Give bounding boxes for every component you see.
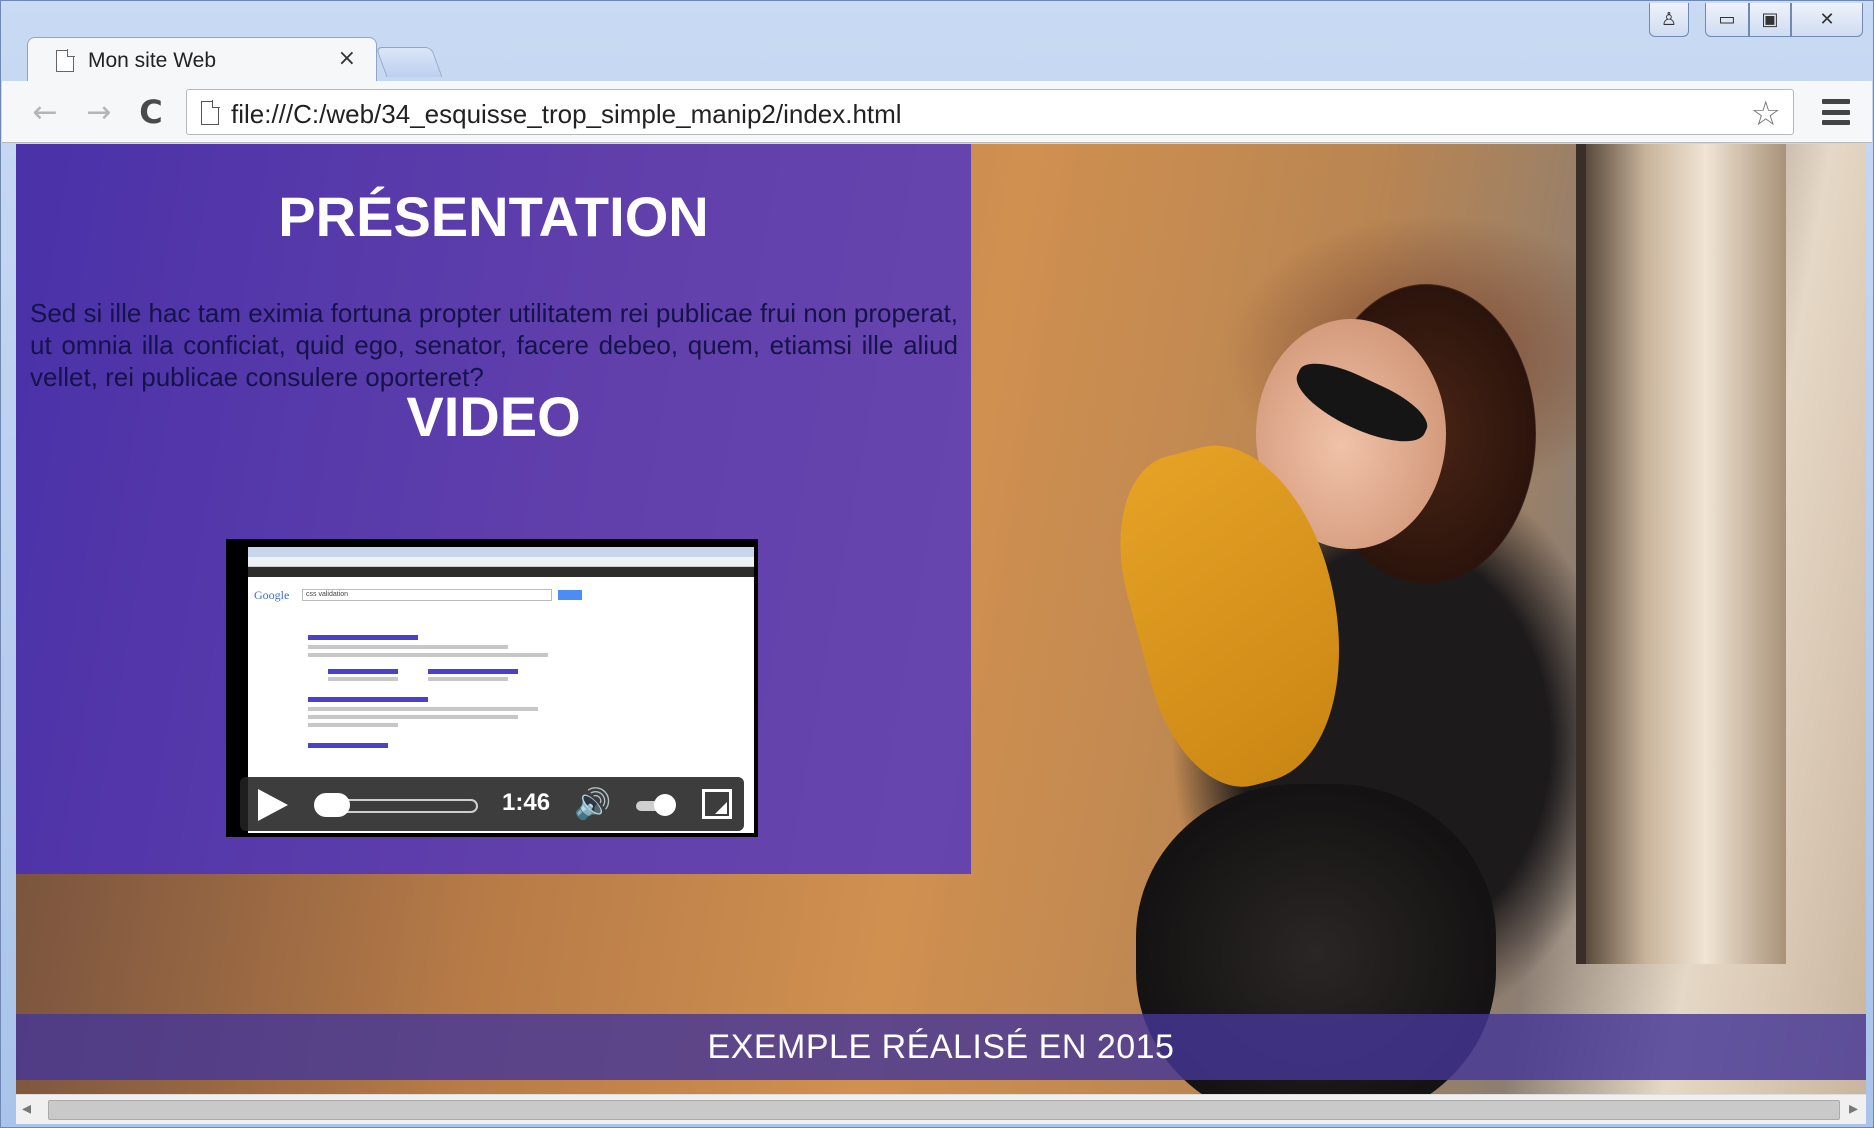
play-icon[interactable] xyxy=(258,789,288,821)
fullscreen-icon[interactable] xyxy=(702,789,732,819)
footer-text: EXEMPLE RÉALISÉ EN 2015 xyxy=(707,1027,1175,1066)
maximize-button[interactable]: ▣ xyxy=(1749,3,1791,37)
address-bar[interactable]: file:///C:/web/34_esquisse_trop_simple_m… xyxy=(186,89,1794,135)
page-icon xyxy=(56,49,74,72)
forward-button[interactable]: → xyxy=(80,93,118,131)
title-bar: ♙ ▭ ▣ ✕ Mon site Web × xyxy=(1,1,1873,83)
tab-title: Mon site Web xyxy=(88,48,216,72)
video-player[interactable]: Google css validation 1:46 🔊 xyxy=(226,539,758,837)
back-button[interactable]: ← xyxy=(26,93,64,131)
presentation-heading: PRÉSENTATION xyxy=(278,185,709,248)
minimize-button[interactable]: ▭ xyxy=(1705,3,1749,37)
horizontal-scrollbar[interactable]: ◂ ▸ xyxy=(16,1094,1866,1124)
reload-button[interactable]: C xyxy=(132,93,170,131)
content-panel: PRÉSENTATION Sed si ille hac tam eximia … xyxy=(16,144,971,874)
tab-close-icon[interactable]: × xyxy=(338,46,356,71)
new-tab-button[interactable] xyxy=(375,47,443,77)
page-icon xyxy=(201,100,220,125)
volume-handle[interactable] xyxy=(654,794,676,816)
close-window-button[interactable]: ✕ xyxy=(1791,3,1863,37)
user-icon: ♙ xyxy=(1660,9,1678,30)
volume-icon[interactable]: 🔊 xyxy=(574,787,611,822)
scrollbar-thumb[interactable] xyxy=(48,1100,1840,1120)
bookmark-star-icon[interactable]: ☆ xyxy=(1751,94,1781,134)
seek-handle[interactable] xyxy=(314,793,350,817)
scroll-left-icon[interactable]: ◂ xyxy=(22,1098,31,1119)
video-heading: VIDEO xyxy=(406,385,581,448)
background-photo-rail xyxy=(1576,144,1786,964)
video-duration: 1:46 xyxy=(502,789,551,816)
video-controls: 1:46 🔊 xyxy=(240,777,744,831)
back-arrow-icon: ← xyxy=(32,94,58,130)
hamburger-menu-icon[interactable] xyxy=(1822,99,1850,125)
user-profile-button[interactable]: ♙ xyxy=(1649,3,1689,37)
forward-arrow-icon: → xyxy=(86,94,112,130)
url-text[interactable]: file:///C:/web/34_esquisse_trop_simple_m… xyxy=(231,99,902,130)
tab-mon-site-web[interactable]: Mon site Web × xyxy=(27,37,377,83)
close-icon: ✕ xyxy=(1819,9,1835,30)
browser-window: ♙ ▭ ▣ ✕ Mon site Web × ← → C file:///C:/… xyxy=(0,0,1874,1128)
reload-icon: C xyxy=(139,93,163,131)
page-viewport: PRÉSENTATION Sed si ille hac tam eximia … xyxy=(16,144,1866,1094)
thumbnail-logo: Google xyxy=(254,587,290,602)
minimize-icon: ▭ xyxy=(1718,9,1736,30)
browser-toolbar: ← → C file:///C:/web/34_esquisse_trop_si… xyxy=(2,81,1872,143)
scroll-right-icon[interactable]: ▸ xyxy=(1849,1098,1858,1119)
presentation-paragraph: Sed si ille hac tam eximia fortuna propt… xyxy=(30,298,958,392)
page-footer: EXEMPLE RÉALISÉ EN 2015 xyxy=(16,1014,1866,1080)
thumbnail-query: css validation xyxy=(302,589,552,601)
thumbnail-search-bar: Google css validation xyxy=(254,587,748,603)
maximize-icon: ▣ xyxy=(1761,9,1779,30)
